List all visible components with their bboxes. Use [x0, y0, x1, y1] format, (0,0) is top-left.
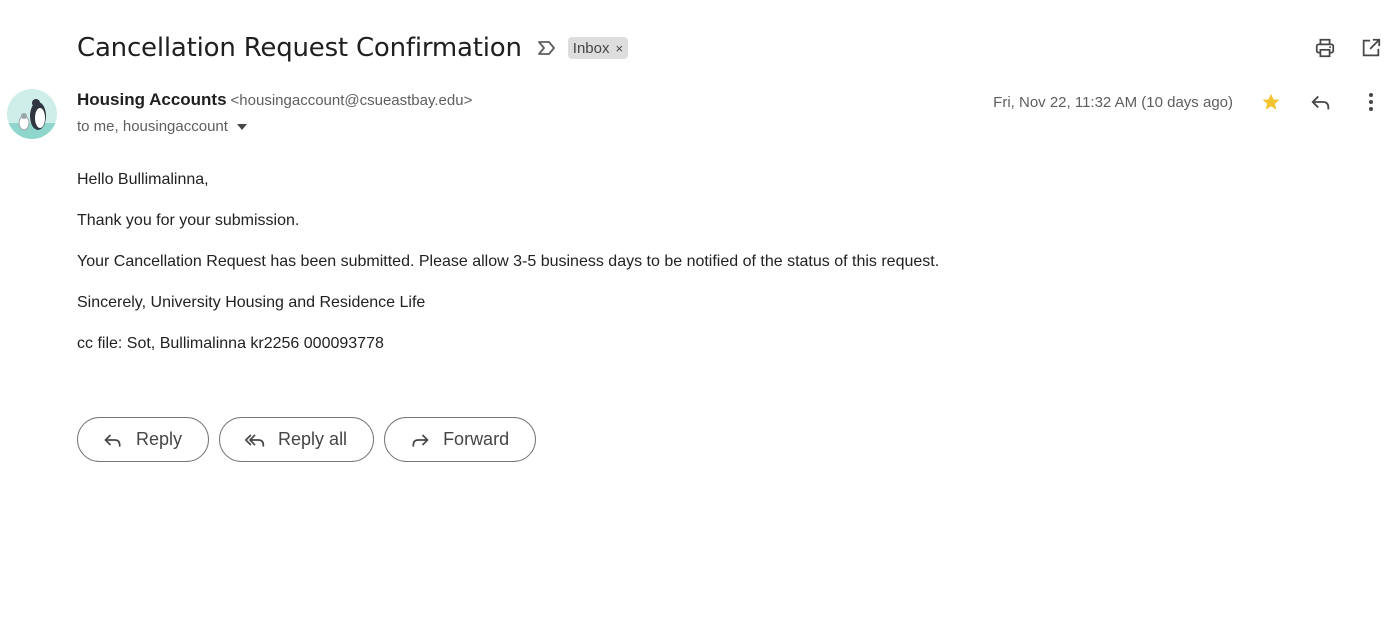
label-text: Inbox [572, 39, 610, 57]
remove-label-button[interactable]: × [616, 41, 624, 56]
email-subject: Cancellation Request Confirmation [77, 33, 522, 63]
body-greeting: Hello Bullimalinna, [77, 171, 209, 188]
sender-name[interactable]: Housing Accounts [77, 90, 227, 110]
reply-button[interactable]: Reply [77, 417, 210, 462]
body-main: Your Cancellation Request has been submi… [77, 253, 940, 270]
reply-all-button-label: Reply all [278, 429, 348, 449]
body-thanks: Thank you for your submission. [77, 212, 300, 229]
star-icon[interactable] [1259, 90, 1283, 114]
caret-down-icon[interactable] [236, 121, 248, 133]
subject-row: Cancellation Request Confirmation Inbox … [77, 30, 629, 66]
print-icon[interactable] [1313, 36, 1337, 60]
sender-line: Housing Accounts <housingaccount@csueast… [77, 90, 472, 110]
message-meta: Fri, Nov 22, 11:32 AM (10 days ago) [993, 90, 1383, 114]
message-date: Fri, Nov 22, 11:32 AM (10 days ago) [993, 93, 1233, 111]
forward-button-label: Forward [443, 429, 510, 449]
forward-icon [409, 429, 431, 451]
sender-email: <housingaccount@csueastbay.edu> [230, 92, 473, 109]
body-signoff: Sincerely, University Housing and Reside… [77, 294, 426, 311]
reply-icon [102, 429, 124, 451]
sender-avatar[interactable] [7, 89, 57, 139]
message-body: Hello Bullimalinna, Thank you for your s… [77, 170, 939, 375]
top-actions [1313, 36, 1383, 60]
body-cc: cc file: Sot, Bullimalinna kr2256 000093… [77, 335, 384, 352]
reply-all-icon [244, 429, 266, 451]
reply-all-button[interactable]: Reply all [219, 417, 375, 462]
recipients-line: to me, housingaccount [77, 118, 248, 135]
recipients-text: to me, housingaccount [77, 118, 228, 135]
forward-button[interactable]: Forward [384, 417, 537, 462]
message-actions: Reply Reply all Forward [77, 417, 537, 462]
open-in-new-window-icon[interactable] [1359, 36, 1383, 60]
more-vert-icon[interactable] [1359, 90, 1383, 114]
reply-icon[interactable] [1309, 90, 1333, 114]
importance-marker-icon[interactable] [536, 39, 558, 57]
inbox-label-chip: Inbox × [567, 37, 629, 59]
reply-button-label: Reply [136, 429, 183, 449]
